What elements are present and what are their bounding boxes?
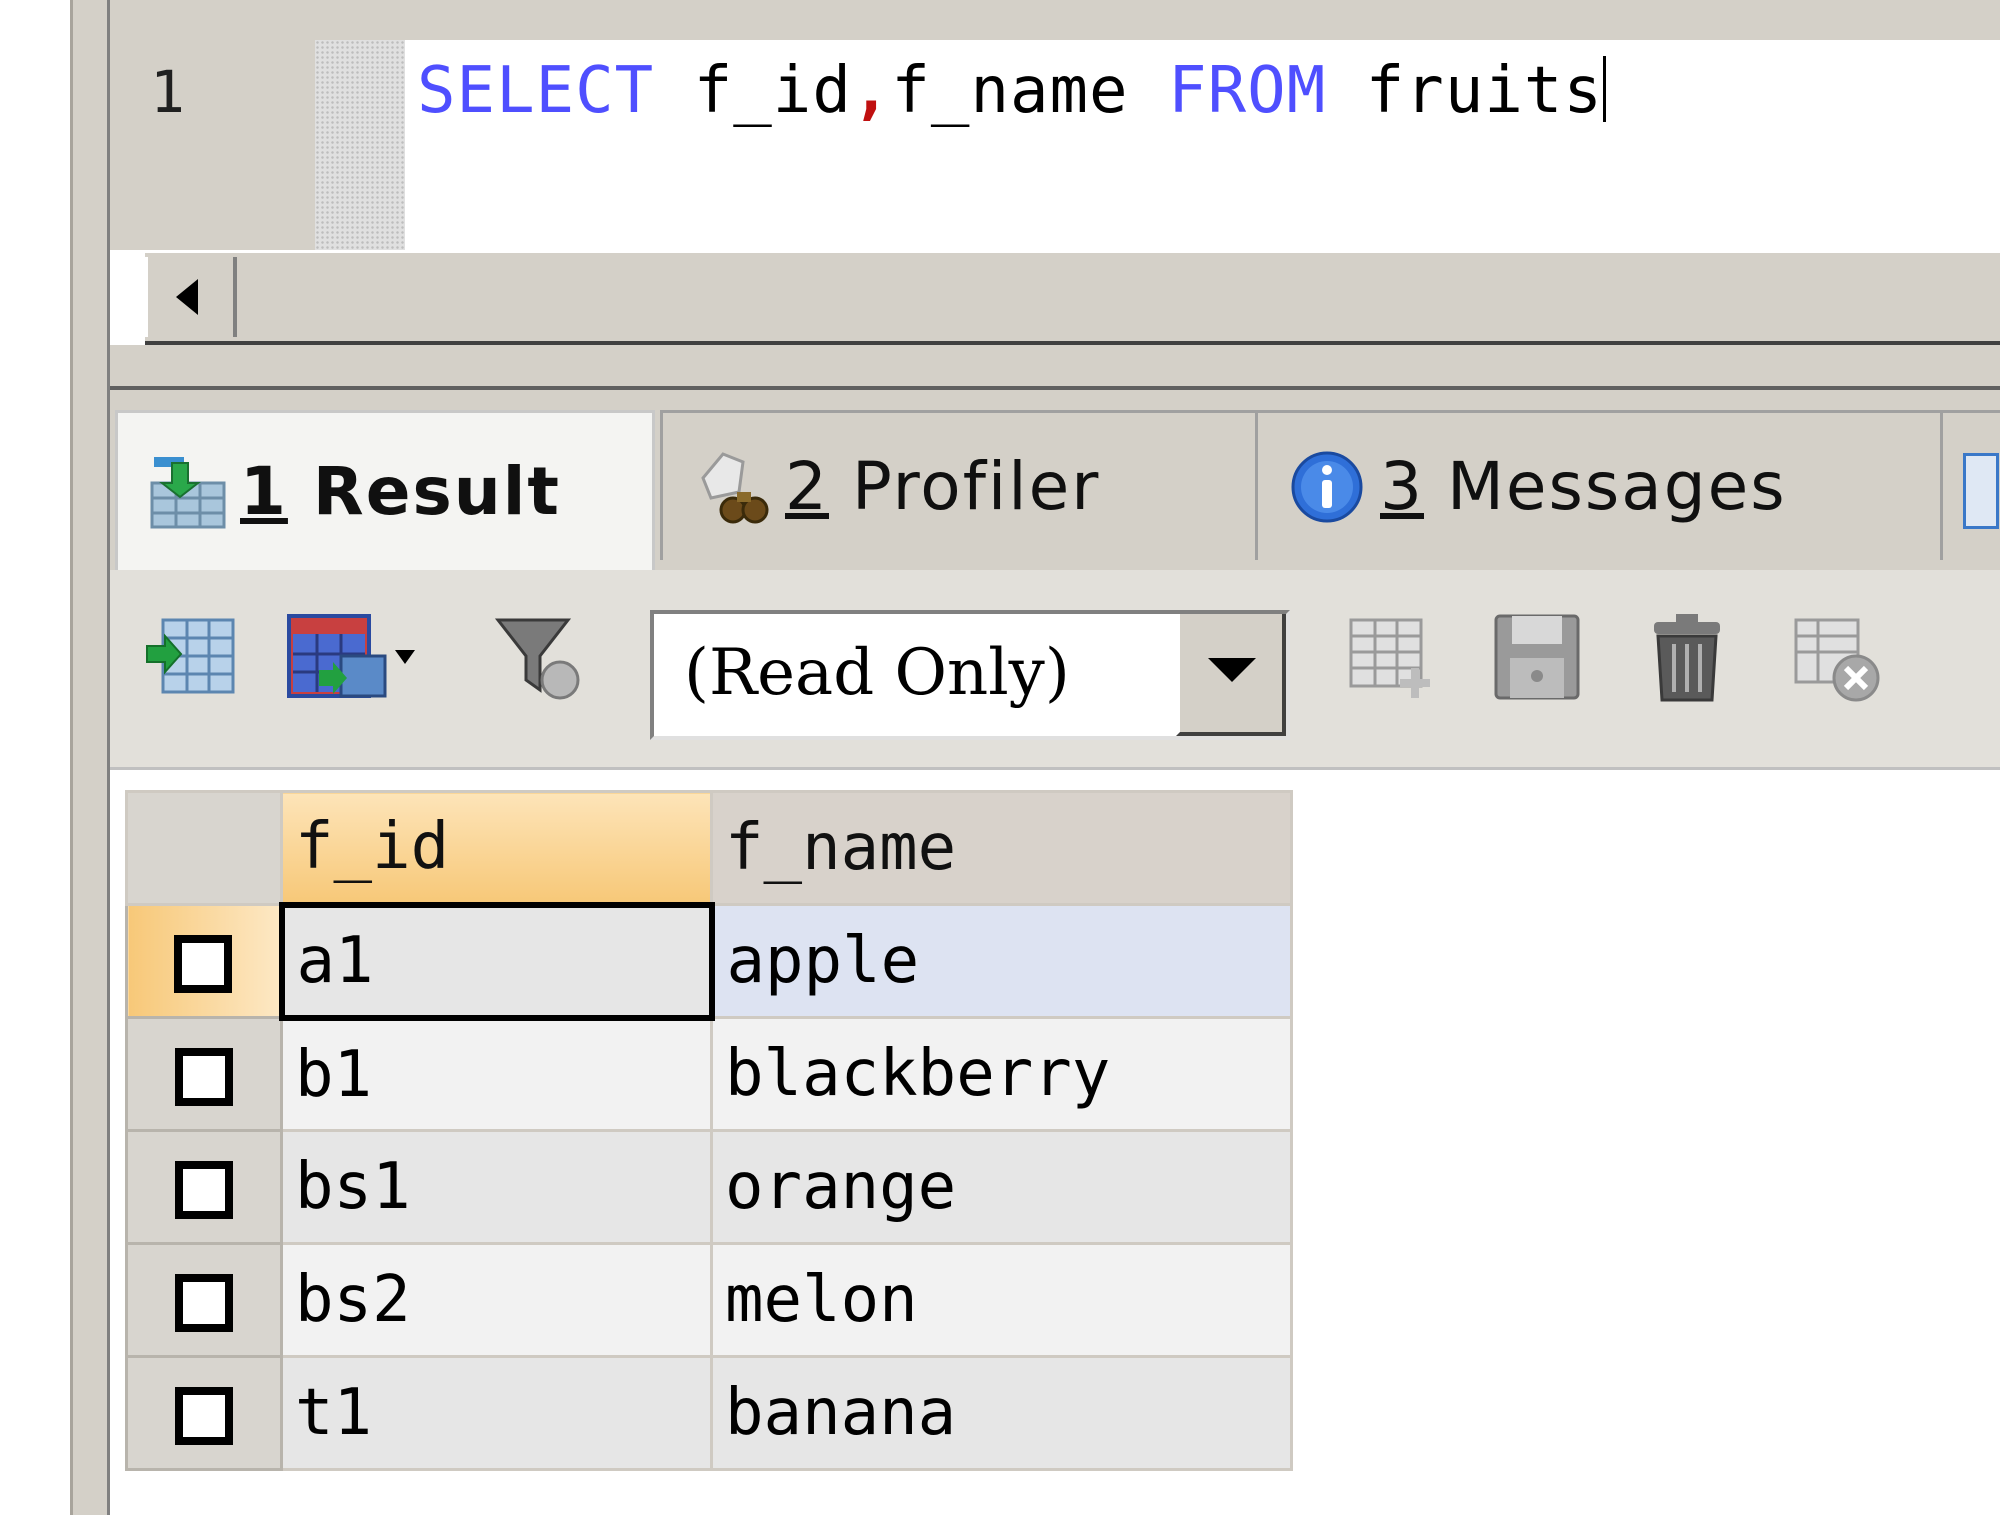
line-number: 1 <box>150 58 185 126</box>
scroll-track[interactable] <box>245 257 2000 337</box>
sql-editor[interactable]: 1 SELECT f_id,f_name FROM fruits <box>110 0 2000 250</box>
chevron-down-icon <box>1208 658 1256 682</box>
select-all-corner[interactable] <box>125 790 283 906</box>
export-button[interactable] <box>145 610 240 705</box>
column-header-f_name[interactable]: f_name <box>710 790 1293 906</box>
tab-messages[interactable]: 3 Messages <box>1255 410 1945 560</box>
save-button[interactable] <box>1490 610 1585 705</box>
row-checkbox[interactable] <box>175 1387 233 1446</box>
edit-mode-select[interactable]: (Read Only) <box>650 610 1290 740</box>
import-dropdown-button[interactable] <box>285 610 435 705</box>
column-header-f_id[interactable]: f_id <box>280 790 713 906</box>
arrow-left-icon <box>176 279 198 315</box>
sql-table-name: fruits <box>1365 54 1603 128</box>
cell-f_name[interactable]: melon <box>710 1242 1293 1358</box>
table-row[interactable]: a1 apple <box>125 901 1293 1021</box>
editor-horizontal-scrollbar[interactable] <box>145 250 2000 345</box>
row-selector[interactable] <box>125 1129 283 1245</box>
result-grid[interactable]: f_id f_name a1 apple b1 blackberry bs1 o… <box>110 770 2000 1515</box>
cell-f_id[interactable]: a1 <box>278 901 715 1021</box>
insert-row-button[interactable] <box>1345 610 1440 705</box>
import-grid-icon <box>287 614 415 698</box>
floppy-disk-icon <box>1494 614 1580 700</box>
sql-keyword-select: SELECT <box>417 54 655 128</box>
text-caret <box>1602 56 1606 122</box>
table-row[interactable]: b1 blackberry <box>125 1016 1293 1132</box>
result-tabs: 1 Result 2 Profiler 3 Messages <box>110 390 2000 570</box>
cell-f_name[interactable]: blackberry <box>710 1016 1293 1132</box>
tab-more[interactable] <box>1940 410 2000 560</box>
cell-f_name[interactable]: orange <box>710 1129 1293 1245</box>
table-row[interactable]: bs2 melon <box>125 1242 1293 1358</box>
cell-f_name[interactable]: banana <box>710 1355 1293 1471</box>
row-checkbox[interactable] <box>175 1274 233 1333</box>
row-selector[interactable] <box>125 1355 283 1471</box>
window-frame-left <box>70 0 110 1515</box>
filter-icon <box>494 618 580 700</box>
info-icon <box>1288 448 1366 526</box>
result-toolbar: (Read Only) <box>110 570 2000 770</box>
tab-result-label: 1 Result <box>240 453 561 530</box>
pane-splitter[interactable] <box>110 345 2000 390</box>
result-grid-icon <box>148 453 226 531</box>
cell-f_id[interactable]: bs2 <box>280 1242 713 1358</box>
tab-result[interactable]: 1 Result <box>115 410 655 570</box>
row-checkbox[interactable] <box>175 1161 233 1220</box>
sql-column-2: f_name <box>891 54 1129 128</box>
tab-profiler[interactable]: 2 Profiler <box>660 410 1260 560</box>
row-checkbox[interactable] <box>175 1048 233 1107</box>
table-row[interactable]: t1 banana <box>125 1355 1293 1471</box>
export-grid-icon <box>146 618 235 694</box>
cell-f_id[interactable]: t1 <box>280 1355 713 1471</box>
editor-gutter <box>315 40 405 250</box>
table-icon <box>1963 453 1999 529</box>
row-selector[interactable] <box>125 1016 283 1132</box>
sql-comma: , <box>851 54 892 128</box>
filter-button[interactable] <box>490 610 585 705</box>
row-selector[interactable] <box>125 1242 283 1358</box>
tab-profiler-label: 2 Profiler <box>785 448 1101 525</box>
cell-f_id[interactable]: bs1 <box>280 1129 713 1245</box>
sql-column-1: f_id <box>693 54 852 128</box>
result-table: f_id f_name a1 apple b1 blackberry bs1 o… <box>125 790 1293 1471</box>
table-row[interactable]: bs1 orange <box>125 1129 1293 1245</box>
delete-row-button[interactable] <box>1640 610 1735 705</box>
sql-keyword-from: FROM <box>1168 54 1327 128</box>
scroll-left-button[interactable] <box>145 257 237 337</box>
edit-mode-value: (Read Only) <box>684 636 1070 710</box>
cancel-grid-icon <box>1794 618 1880 702</box>
profiler-icon <box>693 448 771 526</box>
tab-messages-label: 3 Messages <box>1380 448 1787 525</box>
code-area[interactable]: SELECT f_id,f_name FROM fruits <box>405 40 2000 250</box>
cell-f_id[interactable]: b1 <box>280 1016 713 1132</box>
cancel-changes-button[interactable] <box>1790 610 1885 705</box>
row-selector[interactable] <box>125 903 283 1019</box>
trash-icon <box>1654 614 1720 702</box>
row-checkbox[interactable] <box>174 935 233 994</box>
select-dropdown-button[interactable] <box>1176 614 1286 736</box>
cell-f_name[interactable]: apple <box>710 903 1293 1019</box>
sql-line[interactable]: SELECT f_id,f_name FROM fruits <box>417 54 1606 128</box>
header-row: f_id f_name <box>125 790 1293 906</box>
insert-row-icon <box>1349 618 1430 698</box>
